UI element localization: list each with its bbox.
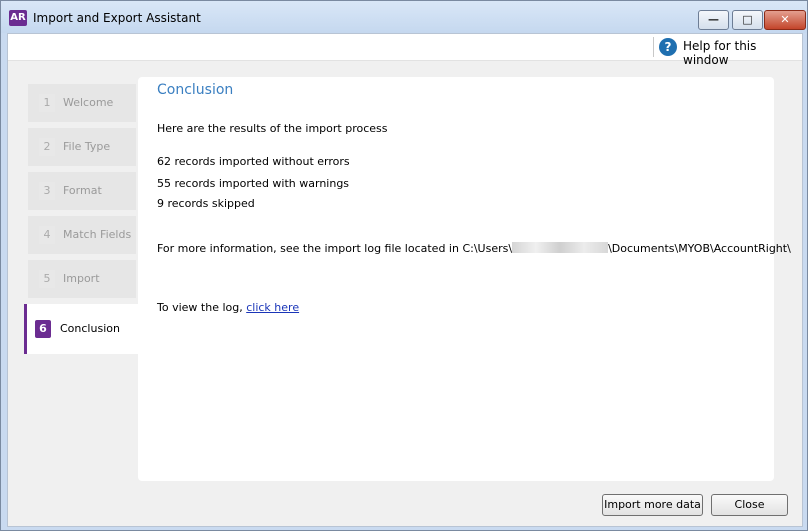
log-path-prefix: For more information, see the import log… bbox=[157, 242, 513, 255]
maximize-icon: □ bbox=[742, 13, 753, 26]
step-file-type: 2 File Type bbox=[28, 128, 136, 166]
wizard-steps: 1 Welcome 2 File Type 3 Format 4 Match F… bbox=[24, 84, 139, 360]
step-welcome: 1 Welcome bbox=[28, 84, 136, 122]
intro-text: Here are the results of the import proce… bbox=[157, 122, 388, 135]
view-log-text: To view the log, click here bbox=[157, 301, 299, 314]
divider bbox=[653, 37, 654, 57]
step-label: Format bbox=[63, 184, 102, 197]
import-export-window: AR Import and Export Assistant — □ ✕ ? H… bbox=[0, 0, 808, 531]
step-number: 2 bbox=[39, 138, 55, 156]
step-number: 3 bbox=[39, 182, 55, 200]
view-log-link[interactable]: click here bbox=[246, 301, 299, 314]
redacted-username bbox=[512, 242, 609, 253]
result-line: 55 records imported with warnings bbox=[157, 177, 350, 190]
help-icon[interactable]: ? bbox=[659, 38, 677, 56]
client-area: ? Help for this window 1 Welcome 2 File … bbox=[7, 33, 803, 527]
content-panel: Conclusion Here are the results of the i… bbox=[138, 77, 791, 481]
result-line: 9 records skipped bbox=[157, 197, 255, 210]
minimize-icon: — bbox=[708, 13, 719, 26]
app-logo-icon: AR bbox=[9, 10, 27, 26]
log-path-suffix: \Documents\MYOB\AccountRight\ bbox=[608, 242, 791, 255]
step-number: 4 bbox=[39, 226, 55, 244]
close-window-button[interactable]: ✕ bbox=[764, 10, 806, 30]
help-bar: ? Help for this window bbox=[8, 34, 802, 67]
step-label: Welcome bbox=[63, 96, 114, 109]
maximize-button[interactable]: □ bbox=[732, 10, 763, 30]
log-location-text: For more information, see the import log… bbox=[157, 242, 791, 255]
step-number: 5 bbox=[39, 270, 55, 288]
import-more-data-button[interactable]: Import more data bbox=[602, 494, 703, 516]
step-number: 6 bbox=[35, 320, 51, 338]
step-format: 3 Format bbox=[28, 172, 136, 210]
step-label: Conclusion bbox=[60, 322, 120, 335]
close-button[interactable]: Close bbox=[711, 494, 788, 516]
view-log-prefix: To view the log, bbox=[157, 301, 243, 314]
title-bar[interactable]: AR Import and Export Assistant — □ ✕ bbox=[1, 1, 807, 33]
close-icon: ✕ bbox=[780, 13, 790, 26]
help-link[interactable]: Help for this window bbox=[683, 39, 802, 67]
step-import: 5 Import bbox=[28, 260, 136, 298]
step-number: 1 bbox=[39, 94, 55, 112]
step-label: File Type bbox=[63, 140, 111, 153]
page-title: Conclusion bbox=[157, 82, 234, 98]
step-match-fields: 4 Match Fields bbox=[28, 216, 136, 254]
step-label: Match Fields bbox=[63, 228, 132, 241]
window-title: Import and Export Assistant bbox=[33, 11, 201, 25]
step-conclusion: 6 Conclusion bbox=[24, 304, 139, 354]
step-label: Import bbox=[63, 272, 100, 285]
minimize-button[interactable]: — bbox=[698, 10, 729, 30]
result-line: 62 records imported without errors bbox=[157, 155, 350, 168]
